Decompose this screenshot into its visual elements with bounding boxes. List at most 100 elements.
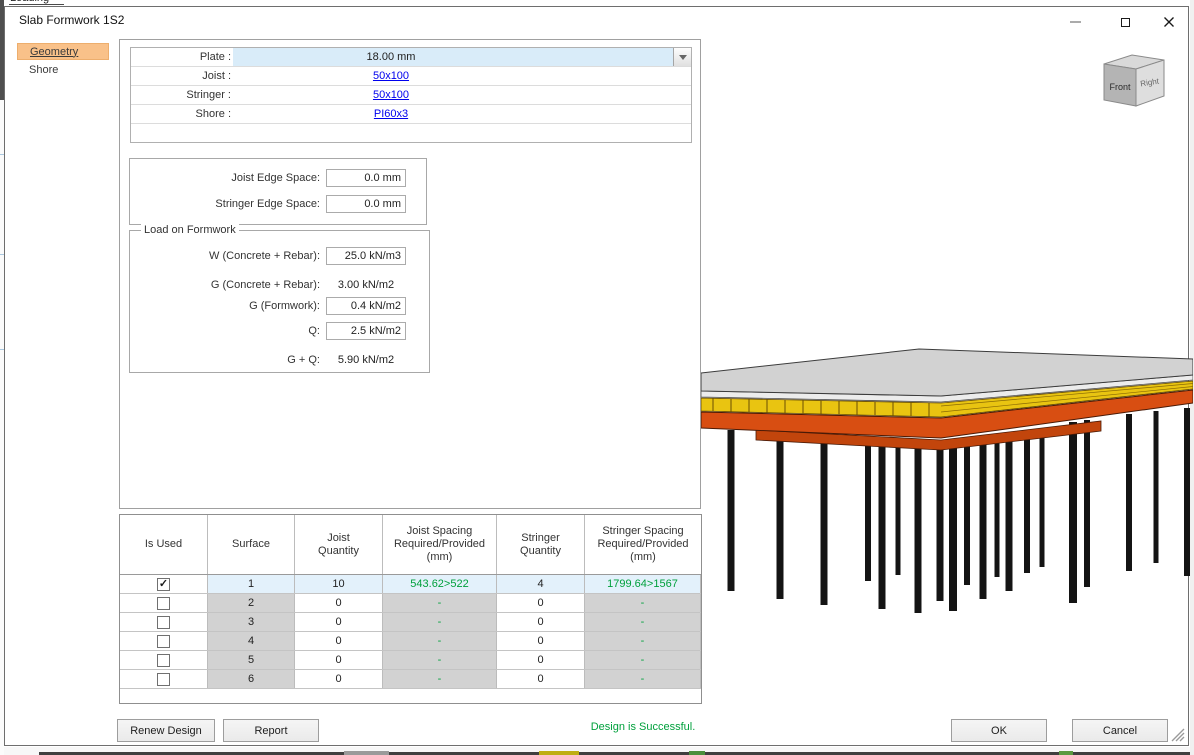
is-used-cell xyxy=(120,613,208,631)
is-used-checkbox[interactable] xyxy=(157,673,170,686)
surface-cell: 3 xyxy=(208,613,295,631)
is-used-cell xyxy=(120,594,208,612)
ok-button[interactable]: OK xyxy=(951,719,1047,742)
stringer-quantity-cell: 0 xyxy=(497,632,585,650)
cube-front-label: Front xyxy=(1109,82,1131,92)
stringer-size-link[interactable]: 50x100 xyxy=(373,89,409,101)
surface-cell: 5 xyxy=(208,651,295,669)
joist-quantity-cell: 0 xyxy=(295,670,383,688)
is-used-cell xyxy=(120,670,208,688)
shore-label: Shore : xyxy=(131,105,231,123)
stringer-row: Stringer : 50x100 xyxy=(131,86,691,105)
table-row-surface-5: 50-0- xyxy=(120,651,701,670)
plate-value: 18.00 mm xyxy=(233,48,549,66)
is-used-checkbox[interactable] xyxy=(157,654,170,667)
minimize-icon xyxy=(1070,21,1081,23)
is-used-cell xyxy=(120,632,208,650)
stringer-quantity-cell: 4 xyxy=(497,575,585,593)
materials-empty-row xyxy=(131,124,691,142)
g-concrete-rebar-label: G (Concrete + Rebar): xyxy=(130,276,320,294)
sidebar-item-shore[interactable]: Shore xyxy=(17,61,109,78)
stringer-spacing-cell: - xyxy=(585,632,701,650)
stringer-spacing-cell: - xyxy=(585,670,701,688)
joist-spacing-cell: - xyxy=(383,651,497,669)
joist-spacing-cell: 543.62>522 xyxy=(383,575,497,593)
stringer-quantity-cell: 0 xyxy=(497,670,585,688)
joist-spacing-cell: - xyxy=(383,670,497,688)
header-is-used: Is Used xyxy=(120,515,208,574)
stringer-edge-space-label: Stringer Edge Space: xyxy=(130,195,320,213)
status-message: Design is Successful. xyxy=(498,721,788,733)
background-window-sliver-bottom xyxy=(4,747,1190,755)
g-plus-q-label: G + Q: xyxy=(130,351,320,369)
stringer-spacing-cell: - xyxy=(585,651,701,669)
is-used-checkbox[interactable] xyxy=(157,597,170,610)
joist-spacing-cell: - xyxy=(383,613,497,631)
stringer-spacing-cell: - xyxy=(585,613,701,631)
surface-cell: 4 xyxy=(208,632,295,650)
stringer-edge-space-input[interactable] xyxy=(326,195,406,213)
joist-edge-space-label: Joist Edge Space: xyxy=(130,169,320,187)
q-input[interactable] xyxy=(326,322,406,340)
titlebar[interactable]: Slab Formwork 1S2 xyxy=(5,7,1188,35)
close-icon xyxy=(1163,16,1175,28)
is-used-checkbox[interactable]: ✓ xyxy=(157,578,170,591)
stringer-quantity-cell: 0 xyxy=(497,594,585,612)
chevron-down-icon xyxy=(679,55,687,60)
close-button[interactable] xyxy=(1157,12,1181,32)
geometry-panel: Plate : 18.00 mm Joist : 50x100 Stringer… xyxy=(119,39,701,509)
results-table-header: Is Used Surface Joist Quantity Joist Spa… xyxy=(120,515,701,575)
shore-row: Shore : PI60x3 xyxy=(131,105,691,124)
joist-size-link[interactable]: 50x100 xyxy=(373,70,409,82)
view-orientation-cube[interactable]: Front Right xyxy=(1098,49,1170,113)
is-used-cell: ✓ xyxy=(120,575,208,593)
joist-quantity-cell: 10 xyxy=(295,575,383,593)
results-table-body: ✓110543.62>52241799.64>156720-0-30-0-40-… xyxy=(120,575,701,689)
joist-spacing-cell: - xyxy=(383,632,497,650)
cancel-button[interactable]: Cancel xyxy=(1072,719,1168,742)
plate-label: Plate : xyxy=(131,48,231,66)
sidebar-item-label: Shore xyxy=(29,64,58,76)
table-row-surface-2: 20-0- xyxy=(120,594,701,613)
stringer-spacing-cell: - xyxy=(585,594,701,612)
is-used-checkbox[interactable] xyxy=(157,616,170,629)
table-row-surface-6: 60-0- xyxy=(120,670,701,689)
header-joist-spacing: Joist Spacing Required/Provided (mm) xyxy=(383,515,497,574)
maximize-button[interactable] xyxy=(1113,12,1137,32)
header-surface: Surface xyxy=(208,515,295,574)
minimize-button[interactable] xyxy=(1063,12,1087,32)
g-concrete-rebar-value: 3.00 kN/m2 xyxy=(326,276,406,294)
plate-combobox[interactable]: 18.00 mm xyxy=(233,48,673,66)
header-stringer-spacing: Stringer Spacing Required/Provided (mm) xyxy=(585,515,701,574)
stringer-quantity-cell: 0 xyxy=(497,613,585,631)
header-stringer-quantity: Stringer Quantity xyxy=(497,515,585,574)
plate-combo-arrow-button[interactable] xyxy=(673,48,691,66)
plate-row: Plate : 18.00 mm xyxy=(131,48,691,67)
g-plus-q-value: 5.90 kN/m2 xyxy=(326,351,406,369)
w-concrete-rebar-input[interactable] xyxy=(326,247,406,265)
report-button[interactable]: Report xyxy=(223,719,319,742)
is-used-cell xyxy=(120,651,208,669)
sidebar-item-label: Geometry xyxy=(30,46,78,58)
materials-table: Plate : 18.00 mm Joist : 50x100 Stringer… xyxy=(130,47,692,143)
is-used-checkbox[interactable] xyxy=(157,635,170,648)
screen: Loading Slab Formwork 1S2 xyxy=(0,0,1194,755)
formwork-3d-viewport[interactable] xyxy=(701,341,1193,621)
joist-row: Joist : 50x100 xyxy=(131,67,691,86)
edge-spacing-box: Joist Edge Space: Stringer Edge Space: xyxy=(129,158,427,225)
header-joist-quantity: Joist Quantity xyxy=(295,515,383,574)
joist-quantity-cell: 0 xyxy=(295,613,383,631)
renew-design-button[interactable]: Renew Design xyxy=(117,719,215,742)
joist-label: Joist : xyxy=(131,67,231,85)
shore-size-link[interactable]: PI60x3 xyxy=(374,108,408,120)
joist-edge-space-input[interactable] xyxy=(326,169,406,187)
g-formwork-label: G (Formwork): xyxy=(130,297,320,315)
table-row-surface-3: 30-0- xyxy=(120,613,701,632)
table-row-surface-4: 40-0- xyxy=(120,632,701,651)
background-underline xyxy=(9,4,64,5)
resize-grip[interactable] xyxy=(1168,725,1186,743)
sidebar-item-geometry[interactable]: Geometry xyxy=(17,43,109,60)
g-formwork-input[interactable] xyxy=(326,297,406,315)
joist-quantity-cell: 0 xyxy=(295,651,383,669)
dialog-title: Slab Formwork 1S2 xyxy=(19,13,124,27)
